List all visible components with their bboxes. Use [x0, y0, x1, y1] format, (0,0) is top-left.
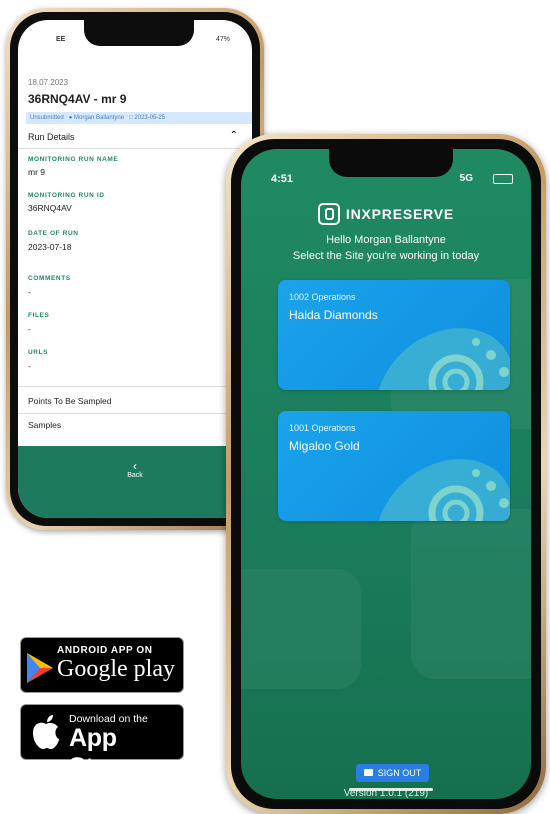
field-label-run-name: MONITORING RUN NAME	[28, 156, 119, 163]
run-details-header[interactable]: Run Details	[28, 132, 242, 142]
field-label-files: FILES	[28, 312, 50, 319]
app-store-badge[interactable]: Download on the App Store	[20, 704, 184, 781]
google-play-bottom-text: Google play	[57, 656, 175, 682]
field-label-urls: URLS	[28, 349, 49, 356]
status-network: 5G	[459, 173, 473, 184]
logo-icon	[317, 203, 340, 225]
swirl-pattern-icon	[378, 459, 510, 521]
google-play-top-text: ANDROID APP ON	[57, 645, 153, 656]
calendar-icon: □	[129, 115, 133, 121]
back-button[interactable]: ‹ Back	[18, 460, 252, 479]
site-ops-label: 1002 Operations	[289, 292, 356, 302]
front-phone: 4:51 5G INXPRESERVE Hello Morgan Ballant…	[226, 134, 546, 814]
field-label-comments: COMMENTS	[28, 275, 71, 282]
home-indicator	[349, 788, 433, 791]
swirl-pattern-icon	[378, 328, 510, 390]
front-phone-bezel: 4:51 5G INXPRESERVE Hello Morgan Ballant…	[231, 139, 541, 809]
back-phone-bezel: EE 47% 18.07.2023 36RNQ4AV - mr 9 Unsubm…	[10, 12, 260, 526]
site-select-screen: 4:51 5G INXPRESERVE Hello Morgan Ballant…	[241, 149, 531, 799]
run-meta-date: 2023-05-25	[134, 115, 166, 121]
points-to-be-sampled-link[interactable]: Points To Be Sampled	[28, 396, 111, 406]
status-time: 4:51	[271, 173, 294, 185]
field-value-run-name: mr 9	[28, 167, 45, 177]
sign-out-button[interactable]: SIGN OUT	[356, 764, 429, 782]
background-shape	[241, 569, 361, 689]
carrier-label: EE	[56, 36, 66, 43]
run-details-screen: EE 47% 18.07.2023 36RNQ4AV - mr 9 Unsubm…	[18, 20, 252, 518]
run-user: Morgan Ballantyne	[74, 115, 125, 121]
user-icon: ●	[68, 115, 73, 121]
site-name: Migaloo Gold	[289, 439, 360, 453]
divider	[18, 148, 252, 149]
apple-icon	[33, 715, 59, 749]
sign-out-label: SIGN OUT	[377, 768, 422, 778]
background-shape	[411, 509, 531, 679]
field-value-comments: -	[28, 287, 31, 297]
field-value-urls: -	[28, 361, 31, 371]
page-subtitle: Select the Site you're working in today	[292, 250, 480, 262]
site-card-migaloo-gold[interactable]: 1001 Operations Migaloo Gold	[278, 411, 510, 521]
field-label-run-id: MONITORING RUN ID	[28, 192, 105, 199]
status-badge: Unsubmitted	[30, 115, 64, 121]
back-label: Back	[127, 472, 143, 479]
battery-icon	[493, 174, 513, 184]
site-name: Haida Diamonds	[289, 308, 378, 322]
divider	[18, 386, 252, 387]
field-value-run-id: 36RNQ4AV	[28, 203, 72, 213]
site-ops-label: 1001 Operations	[289, 423, 356, 433]
run-meta-bar: Unsubmitted ● Morgan Ballantyne □ 2023-0…	[26, 112, 252, 124]
app-store-bottom-text: App Store	[69, 724, 132, 781]
phone-notch	[329, 149, 453, 177]
chevron-left-icon: ‹	[133, 459, 137, 473]
field-value-files: -	[28, 324, 31, 334]
google-play-badge[interactable]: ANDROID APP ON Google play	[20, 637, 184, 693]
battery-label: 47%	[215, 36, 230, 43]
site-card-haida-diamonds[interactable]: 1002 Operations Haida Diamonds	[278, 280, 510, 390]
run-date-header: 18.07.2023	[28, 78, 69, 87]
brand-word: PRESERVE	[371, 206, 455, 222]
greeting: Hello Morgan Ballantyne	[326, 234, 446, 246]
field-value-date: 2023-07-18	[28, 242, 72, 252]
logout-icon	[363, 769, 373, 777]
run-title: 36RNQ4AV - mr 9	[28, 92, 127, 106]
field-label-date: DATE OF RUN	[28, 230, 79, 237]
chevron-up-icon[interactable]: ⌃	[230, 130, 238, 141]
brand-name: INXPRESERVE	[346, 206, 454, 222]
google-play-icon	[27, 653, 53, 683]
bottom-bar: ‹ Back	[18, 446, 252, 518]
brand-prefix: INX	[345, 206, 372, 222]
samples-link[interactable]: Samples	[28, 420, 61, 430]
status-bar: EE 47%	[18, 34, 252, 48]
divider	[18, 413, 252, 414]
app-logo: INXPRESERVE	[241, 203, 531, 225]
